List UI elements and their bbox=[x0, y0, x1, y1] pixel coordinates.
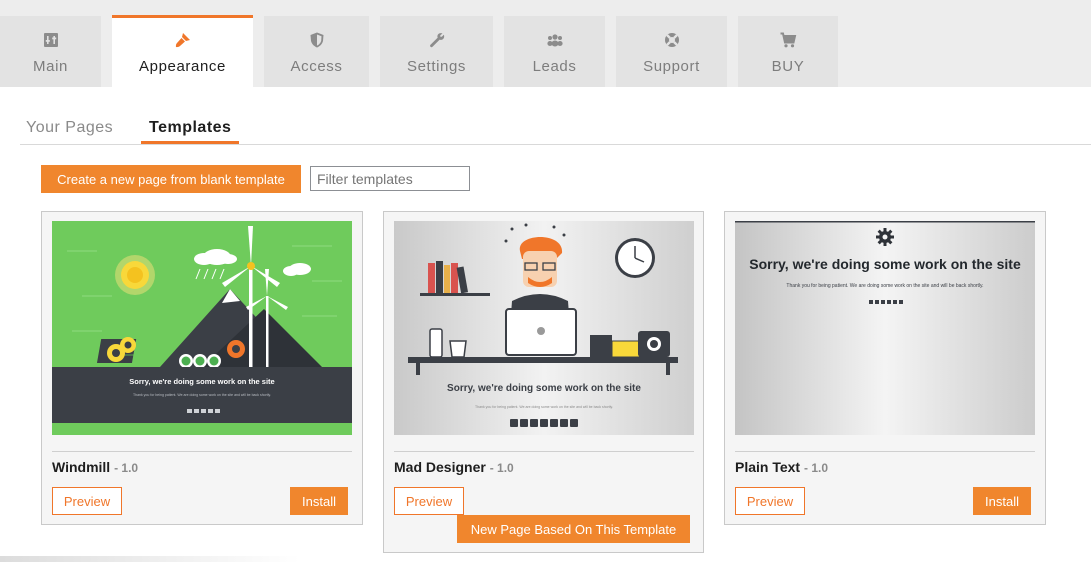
bottom-shadow bbox=[0, 556, 300, 562]
preview-button[interactable]: Preview bbox=[394, 487, 464, 515]
template-name-text: Mad Designer bbox=[394, 459, 486, 475]
plain-text-thumbnail[interactable]: Sorry, we're doing some work on the site… bbox=[735, 221, 1035, 435]
paintbrush-icon bbox=[175, 33, 190, 48]
template-card-mad-designer: Sorry, we're doing some work on the site… bbox=[383, 211, 704, 553]
users-icon bbox=[546, 34, 563, 47]
mad-designer-thumb-heading: Sorry, we're doing some work on the site bbox=[447, 383, 641, 394]
gear-icon bbox=[876, 228, 894, 246]
tab-access[interactable]: Access bbox=[264, 16, 369, 87]
tab-leads-label: Leads bbox=[532, 58, 577, 75]
tab-settings[interactable]: Settings bbox=[380, 16, 493, 87]
tab-appearance[interactable]: Appearance bbox=[112, 15, 253, 87]
card-separator bbox=[735, 451, 1035, 452]
template-name: Plain Text - 1.0 bbox=[735, 459, 828, 475]
preview-button[interactable]: Preview bbox=[735, 487, 805, 515]
mad-designer-thumb-text: Thank you for being patient. We are doin… bbox=[474, 405, 613, 409]
plain-text-thumb-heading: Sorry, we're doing some work on the site bbox=[749, 256, 1021, 272]
tab-main-label: Main bbox=[33, 58, 68, 75]
card-separator bbox=[394, 451, 694, 452]
cart-icon bbox=[780, 32, 797, 48]
template-version: - 1.0 bbox=[114, 461, 139, 475]
sliders-icon bbox=[43, 33, 58, 47]
tab-support[interactable]: Support bbox=[616, 16, 727, 87]
tab-buy-label: BUY bbox=[771, 58, 805, 75]
tab-appearance-label: Appearance bbox=[139, 58, 226, 75]
windmill-thumb-heading: Sorry, we're doing some work on the site bbox=[129, 377, 275, 386]
template-name-text: Plain Text bbox=[735, 459, 801, 475]
card-separator bbox=[52, 451, 352, 452]
template-name-text: Windmill bbox=[52, 459, 111, 475]
tab-settings-label: Settings bbox=[407, 58, 466, 75]
windmill-thumb-text: Thank you for being patient. We are doin… bbox=[132, 393, 271, 397]
tab-leads[interactable]: Leads bbox=[504, 16, 605, 87]
subtab-templates[interactable]: Templates bbox=[149, 119, 231, 137]
tab-access-label: Access bbox=[290, 58, 343, 75]
template-version: - 1.0 bbox=[489, 461, 514, 475]
subtab-your-pages[interactable]: Your Pages bbox=[26, 119, 113, 137]
install-button[interactable]: Install bbox=[290, 487, 348, 515]
preview-button[interactable]: Preview bbox=[52, 487, 122, 515]
install-button[interactable]: Install bbox=[973, 487, 1031, 515]
new-page-from-template-button[interactable]: New Page Based On This Template bbox=[457, 515, 690, 543]
template-card-windmill: Sorry, we're doing some work on the site… bbox=[41, 211, 363, 525]
plain-text-thumb-text: Thank you for being patient. We are doin… bbox=[786, 283, 984, 289]
mad-designer-thumbnail[interactable]: Sorry, we're doing some work on the site… bbox=[394, 221, 694, 435]
windmill-thumbnail[interactable]: Sorry, we're doing some work on the site… bbox=[52, 221, 352, 435]
template-name: Windmill - 1.0 bbox=[52, 459, 138, 475]
template-card-plain-text: Sorry, we're doing some work on the site… bbox=[724, 211, 1046, 525]
tab-buy[interactable]: BUY bbox=[738, 16, 838, 87]
wrench-icon bbox=[429, 33, 444, 48]
filter-templates-input[interactable] bbox=[310, 166, 470, 191]
tab-main[interactable]: Main bbox=[0, 16, 101, 87]
tab-support-label: Support bbox=[643, 58, 700, 75]
top-tab-bar: Main Appearance Access Settings Leads Su… bbox=[0, 0, 1091, 87]
template-name: Mad Designer - 1.0 bbox=[394, 459, 514, 475]
lifebuoy-icon bbox=[664, 33, 679, 47]
shield-icon bbox=[310, 32, 323, 48]
template-version: - 1.0 bbox=[803, 461, 828, 475]
create-blank-page-button[interactable]: Create a new page from blank template bbox=[41, 165, 301, 193]
subtab-divider bbox=[20, 144, 1091, 145]
